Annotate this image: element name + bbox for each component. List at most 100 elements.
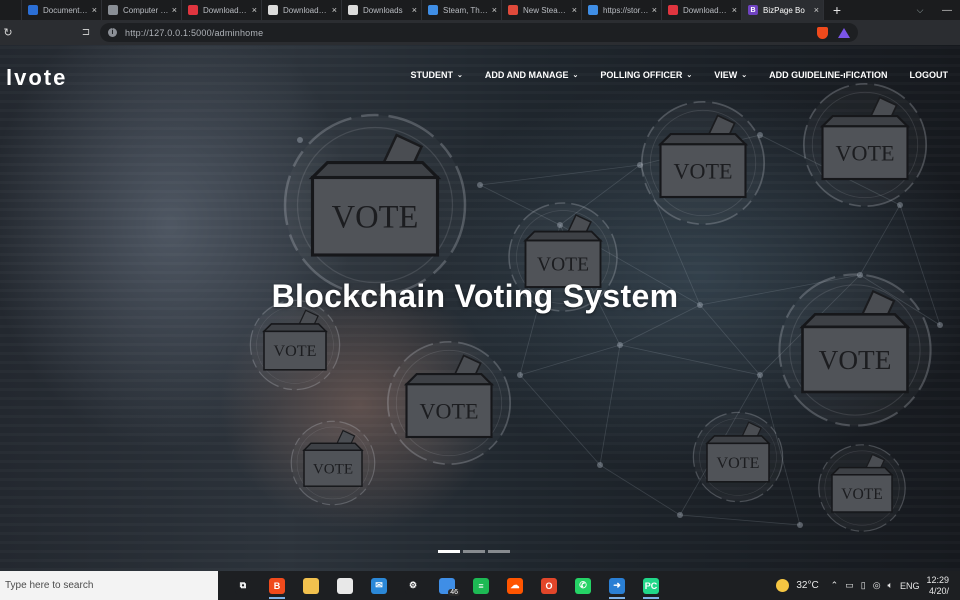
nav-item[interactable]: ADD GUIDELINE-ıFICATION xyxy=(769,70,887,80)
ballot-box-icon: VOTE xyxy=(818,444,906,532)
browser-tab[interactable]: Download file × xyxy=(182,0,262,20)
close-tab-icon[interactable]: × xyxy=(492,5,497,15)
taskbar-search-input[interactable]: Type here to search xyxy=(0,571,218,600)
close-tab-icon[interactable]: × xyxy=(732,5,737,15)
tab-search-chevron-icon[interactable]: ⌵ xyxy=(906,5,934,16)
office-icon[interactable]: O xyxy=(532,571,566,600)
close-tab-icon[interactable]: × xyxy=(412,5,417,15)
site-navbar: lvote STUDENT ⌄ ADD AND MANAGE ⌄ POLLING OFF… xyxy=(0,45,960,107)
nav-item-label: STUDENT xyxy=(410,70,453,80)
spotify-icon[interactable]: ≡ xyxy=(464,571,498,600)
network-node xyxy=(597,462,603,468)
ballot-box-label: VOTE xyxy=(420,398,479,423)
tab-title: https://store.s xyxy=(603,5,649,15)
brave-rewards-icon[interactable] xyxy=(838,27,850,38)
site-info-icon[interactable]: i xyxy=(108,28,117,37)
file-explorer-icon[interactable] xyxy=(294,571,328,600)
close-tab-icon[interactable]: × xyxy=(814,5,819,15)
device-icon[interactable]: ▭ xyxy=(845,580,854,591)
store-glyph xyxy=(337,577,353,594)
browser-tab[interactable]: New Steam A × xyxy=(502,0,582,20)
network-line xyxy=(599,344,621,466)
mail-icon[interactable]: ✉ xyxy=(362,571,396,600)
network-line xyxy=(599,464,681,516)
browser-tab[interactable]: Steam, The Ul× xyxy=(422,0,502,20)
tray-chevron-icon[interactable]: ⌃ xyxy=(831,580,839,591)
nav-item[interactable]: VIEW ⌄ xyxy=(714,70,747,80)
nav-item-label: POLLING OFFICER xyxy=(600,70,683,80)
reload-icon[interactable]: ↻ xyxy=(0,26,16,39)
file-explorer-glyph xyxy=(303,577,319,594)
main-menu: STUDENT ⌄ ADD AND MANAGE ⌄ POLLING OFFICER ⌄ V… xyxy=(388,70,948,80)
close-tab-icon[interactable]: × xyxy=(252,5,257,15)
browser-tab[interactable]: Computer Scie× xyxy=(102,0,182,20)
language-indicator[interactable]: ENG xyxy=(900,581,920,591)
network-node xyxy=(517,372,523,378)
chevron-down-icon: ⌄ xyxy=(456,72,463,79)
brave-icon[interactable]: B xyxy=(260,571,294,600)
brave-shield-icon[interactable] xyxy=(817,26,828,39)
new-tab-button[interactable]: + xyxy=(824,2,850,18)
browser-tab[interactable]: B BizPage Bo × xyxy=(742,0,824,20)
browser-tab[interactable]: Download file × xyxy=(662,0,742,20)
page-icon xyxy=(268,5,278,15)
whatsapp-glyph: ✆ xyxy=(575,577,591,594)
close-tab-icon[interactable]: × xyxy=(332,5,337,15)
tab-title: Download Do xyxy=(283,5,329,15)
weather-temp[interactable]: 32°C xyxy=(796,580,818,591)
chevron-down-icon: ⌄ xyxy=(572,72,579,79)
close-tab-icon[interactable]: × xyxy=(172,5,177,15)
ballot-box-label: VOTE xyxy=(819,345,892,375)
nav-item[interactable]: ADD AND MANAGE ⌄ xyxy=(485,70,579,80)
volume-icon[interactable]: 🔈︎ xyxy=(888,580,893,591)
browser-tab[interactable]: Document 4 - × xyxy=(22,0,102,20)
network-node xyxy=(617,342,623,348)
url-field[interactable]: i http://127.0.0.1:5000/adminhome xyxy=(100,23,858,42)
browser-tab[interactable]: Downloads × xyxy=(342,0,422,20)
tab-title: Steam, The Ul xyxy=(443,5,489,15)
vscode-icon[interactable]: ➜ xyxy=(600,571,634,600)
browser-tab[interactable]: Download Do × xyxy=(262,0,342,20)
teams-icon[interactable]: 46 xyxy=(430,571,464,600)
nav-item-label: LOGOUT xyxy=(909,70,949,80)
site-logo[interactable]: lvote xyxy=(6,65,67,91)
nav-item[interactable]: POLLING OFFICER ⌄ xyxy=(600,70,692,80)
tab-title: Download file xyxy=(203,5,249,15)
minimize-icon[interactable]: — xyxy=(934,5,960,16)
ballot-box-icon: VOTE xyxy=(692,411,784,503)
carousel-indicator[interactable] xyxy=(438,550,460,553)
battery-icon[interactable]: ▯ xyxy=(861,580,866,591)
network-line xyxy=(479,164,641,186)
tab-title: Download file xyxy=(683,5,729,15)
bookmark-icon[interactable]: ⊐ xyxy=(78,27,94,38)
clock[interactable]: 12:29 4/20/ xyxy=(926,575,956,597)
nav-item[interactable]: LOGOUT xyxy=(910,70,949,80)
nav-item[interactable]: STUDENT ⌄ xyxy=(410,70,462,80)
pycharm-icon[interactable]: PC xyxy=(634,571,668,600)
nav-item-label: ADD GUIDELINE-ıFICATION xyxy=(769,70,888,80)
network-line xyxy=(699,304,761,376)
ballot-box-icon: VOTE xyxy=(640,100,766,226)
heart-icon xyxy=(668,5,678,15)
task-view-icon[interactable]: ⧉ xyxy=(226,571,260,600)
soundcloud-icon[interactable]: ☁ xyxy=(498,571,532,600)
system-tray: 32°C ⌃ ▭ ▯ ◎ 🔈︎ ENG 12:29 4/20/ xyxy=(776,575,960,597)
tab-actions[interactable] xyxy=(0,0,22,20)
weather-icon[interactable] xyxy=(776,579,790,592)
network-icon[interactable]: ◎ xyxy=(873,580,881,591)
browser-tab[interactable]: https://store.s × xyxy=(582,0,662,20)
network-line xyxy=(619,344,761,376)
gmail-icon xyxy=(508,5,518,15)
store-icon[interactable] xyxy=(328,571,362,600)
carousel-indicator[interactable] xyxy=(463,550,485,553)
settings-icon[interactable]: ⚙ xyxy=(396,571,430,600)
tab-title: Downloads xyxy=(363,5,403,15)
whatsapp-icon[interactable]: ✆ xyxy=(566,571,600,600)
network-node xyxy=(797,522,803,528)
close-tab-icon[interactable]: × xyxy=(652,5,657,15)
close-tab-icon[interactable]: × xyxy=(92,5,97,15)
carousel-indicator[interactable] xyxy=(488,550,510,553)
network-node xyxy=(757,372,763,378)
close-tab-icon[interactable]: × xyxy=(572,5,577,15)
taskbar-search-placeholder: Type here to search xyxy=(5,580,94,591)
